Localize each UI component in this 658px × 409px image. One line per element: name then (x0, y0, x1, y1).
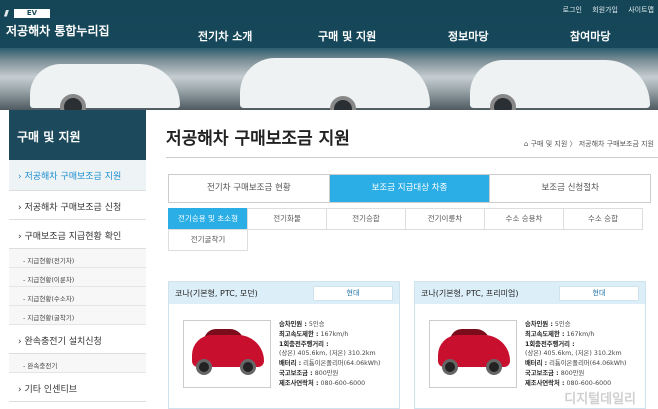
home-icon[interactable]: ⌂ (524, 140, 528, 148)
subtab-ev-passenger[interactable]: 전기승용 및 초소형 (168, 208, 248, 230)
vehicle-brand: 현대 (313, 285, 393, 301)
sidebar-sub-excavator[interactable]: - 지급현황(굴착기) (9, 306, 146, 325)
sidebar-sub-slow-charger[interactable]: - 완속충전기 (9, 354, 146, 373)
spec-row: 최고속도제한 : 167km/h (279, 330, 349, 338)
spec-row: 배터리 : 리튬이온폴리머(64.06kWh) (525, 360, 627, 368)
subtab-ev-excavator[interactable]: 전기굴착기 (168, 229, 248, 251)
spec-row: (상온) 405.6km, (저온) 310.2km (279, 350, 376, 358)
sidebar: 구매 및 지원 › 저공해차 구매보조금 지원 › 저공해차 구매보조금 신청 … (9, 110, 146, 409)
tab-subsidy-status[interactable]: 전기차 구매보조금 현황 (169, 175, 330, 202)
subtab-hydrogen-car[interactable]: 수소 승용차 (484, 208, 564, 230)
tab-eligible-models[interactable]: 보조금 지급대상 차종 (329, 175, 491, 202)
spec-row: 1회충전주행거리 : (279, 340, 329, 348)
subtab-ev-bus[interactable]: 전기승합 (326, 208, 406, 230)
breadcrumb-text: 구매 및 지원 〉 저공해차 구매보조금 지원 (530, 140, 654, 148)
page-title: 저공해차 구매보조금 지원 (166, 129, 350, 149)
spec-row: 배터리 : 리튬이온폴리머(64.06kWh) (279, 360, 381, 368)
sidebar-item-subsidy-support[interactable]: › 저공해차 구매보조금 지원 (9, 160, 146, 191)
vehicle-name: 코나(기본형, PTC, 모던) (175, 288, 258, 298)
gnb-participation[interactable]: 참여마당 (570, 28, 610, 44)
spec-row: 승차인원 : 5인승 (279, 321, 325, 328)
breadcrumb: ⌂ 구매 및 지원 〉 저공해차 구매보조금 지원 (524, 139, 654, 149)
vehicle-specs: 승차인원 : 5인승 최고속도제한 : 167km/h 1회충전주행거리 : (… (525, 320, 645, 389)
sidebar-sub-motorcycle[interactable]: - 지급현황(이륜차) (9, 268, 146, 287)
car-wheel (196, 359, 212, 375)
vehicle-photo (183, 320, 271, 388)
car-wheel (442, 359, 458, 375)
spec-row: 제조사연락처 : 080-600-6000 (279, 379, 366, 387)
main-tabs: 전기차 구매보조금 현황 보조금 지급대상 차종 보조금 신청절차 (168, 174, 651, 203)
site-header: //// EV 저공해차 통합누리집 로그인 회원가입 사이트맵 전기차 소개 … (0, 0, 658, 110)
spec-row: 1회충전주행거리 : (525, 340, 575, 348)
login-link[interactable]: 로그인 (563, 6, 582, 14)
sitemap-link[interactable]: 사이트맵 (628, 6, 654, 14)
card-header: 코나(기본형, PTC, 모던) 현대 (169, 282, 399, 304)
main-content: 저공해차 구매보조금 지원 ⌂ 구매 및 지원 〉 저공해차 구매보조금 지원 … (166, 110, 658, 409)
car-wheel (240, 359, 256, 375)
sidebar-item-charger-install[interactable]: › 완속충전기 설치신청 (9, 325, 146, 354)
sidebar-item-payment-status[interactable]: › 구매보조금 지급현황 확인 (9, 220, 146, 249)
spec-row: 최고속도제한 : 167km/h (525, 330, 595, 338)
spec-row: (상온) 405.6km, (저온) 310.2km (525, 350, 622, 358)
spec-row: 국고보조금 : 800만원 (279, 369, 339, 377)
gnb-purchase-support[interactable]: 구매 및 지원 (318, 28, 376, 44)
sidebar-item-incentives[interactable]: › 기타 인센티브 (9, 373, 146, 402)
spec-row: 국고보조금 : 800만원 (525, 369, 585, 377)
sidebar-sub-ev[interactable]: - 지급현황(전기차) (9, 249, 146, 268)
site-logo[interactable]: 저공해차 통합누리집 (6, 22, 110, 39)
vehicle-name: 코나(기본형, PTC, 프리미엄) (421, 288, 519, 298)
vehicle-specs: 승차인원 : 5인승 최고속도제한 : 167km/h 1회충전주행거리 : (… (279, 320, 399, 389)
subtab-hydrogen-bus[interactable]: 수소 승합 (563, 208, 643, 230)
subtab-ev-motorcycle[interactable]: 전기이륜차 (405, 208, 485, 230)
sidebar-sub-hydrogen[interactable]: - 지급현황(수소차) (9, 287, 146, 306)
gnb-info[interactable]: 정보마당 (448, 28, 488, 44)
vehicle-photo (429, 320, 517, 388)
logo-badge: EV (14, 9, 50, 18)
banner-car-1 (30, 64, 180, 108)
tab-apply-procedure[interactable]: 보조금 신청절차 (490, 175, 650, 202)
utility-links: 로그인 회원가입 사이트맵 (555, 5, 654, 15)
vehicle-brand: 현대 (559, 285, 639, 301)
card-header: 코나(기본형, PTC, 프리미엄) 현대 (415, 282, 645, 304)
watermark: 디지털데일리 (564, 392, 636, 407)
subtab-ev-truck[interactable]: 전기화물 (247, 208, 327, 230)
title-divider (166, 157, 658, 158)
sidebar-title: 구매 및 지원 (9, 110, 146, 160)
gnb-ev-intro[interactable]: 전기차 소개 (198, 28, 252, 44)
sidebar-item-subsidy-apply[interactable]: › 저공해차 구매보조금 신청 (9, 191, 146, 220)
signup-link[interactable]: 회원가입 (592, 6, 618, 14)
spec-row: 승차인원 : 5인승 (525, 321, 571, 328)
vehicle-type-tabs: 전기승용 및 초소형 전기화물 전기승합 전기이륜차 수소 승용차 수소 승합 … (168, 208, 651, 251)
vehicle-card[interactable]: 코나(기본형, PTC, 모던) 현대 승차인원 : 5인승 최고속도제한 : … (168, 281, 400, 409)
logo-stripe-icon: //// (4, 9, 9, 18)
car-wheel (486, 359, 502, 375)
